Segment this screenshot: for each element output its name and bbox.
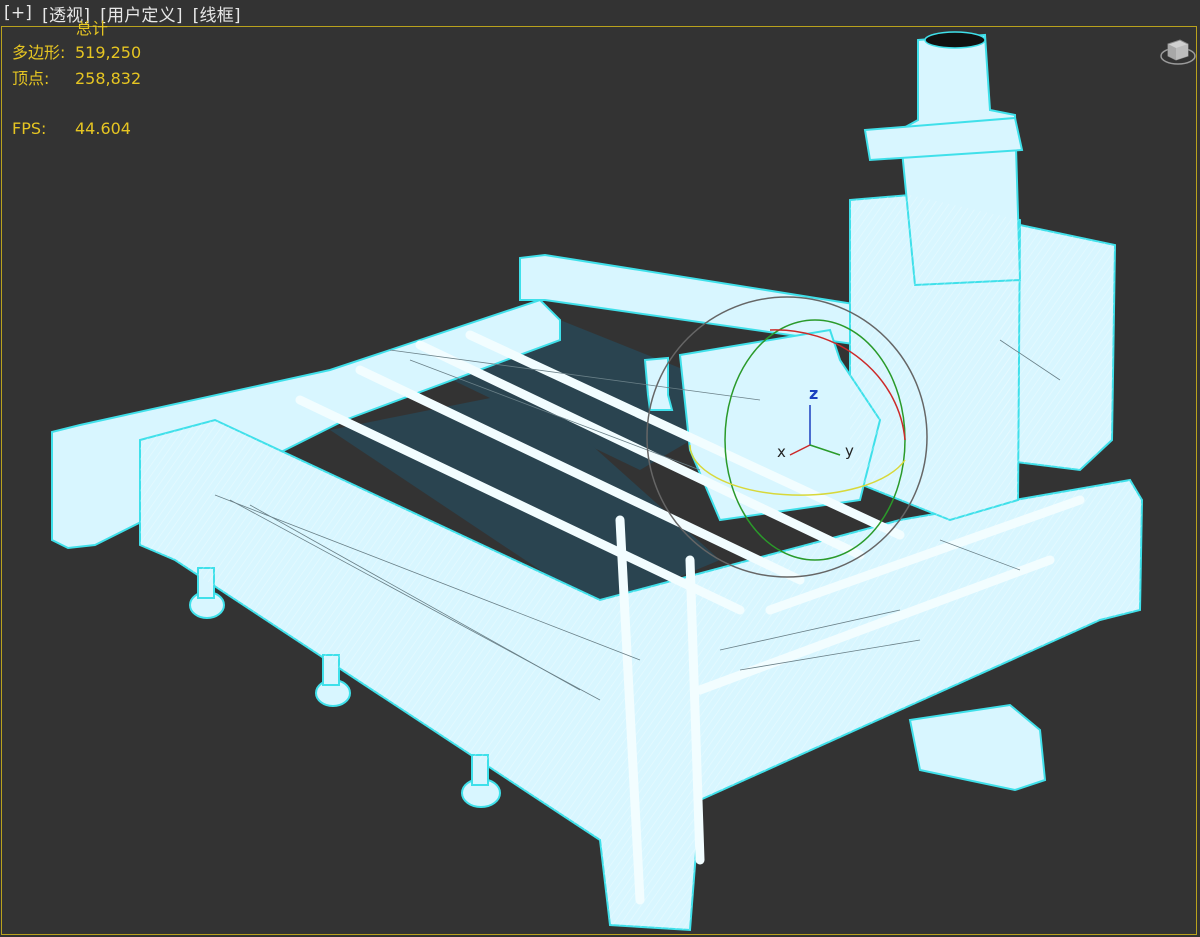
vertices-label: 顶点:	[12, 69, 50, 88]
viewport-perspective[interactable]: z x y [+] [透视] [用户定义] [线框] 总计 多边形: 519,2…	[0, 0, 1200, 937]
vertices-value: 258,832	[75, 69, 142, 88]
fps-label: FPS:	[12, 119, 47, 138]
polygons-value: 519,250	[75, 43, 142, 62]
spindle-cap	[924, 31, 986, 49]
gizmo-axis-z: z	[809, 384, 818, 403]
stats-total-label: 总计	[76, 19, 109, 38]
gizmo-axis-x: x	[777, 443, 786, 461]
polygons-label: 多边形:	[12, 43, 66, 62]
scene-statistics: 总计 多边形: 519,250 顶点: 258,832 FPS: 44.604	[12, 20, 141, 142]
gizmo-axis-y: y	[845, 442, 854, 460]
viewport-menu-shading[interactable]: [线框]	[193, 1, 241, 26]
wireframe-scene[interactable]: z x y	[0, 0, 1200, 937]
viewcube-icon[interactable]	[1156, 30, 1196, 70]
fps-value: 44.604	[75, 119, 131, 138]
